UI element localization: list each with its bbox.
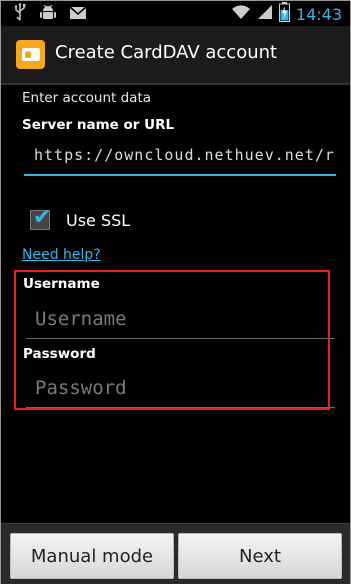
page-title: Create CardDAV account <box>55 42 278 63</box>
password-input[interactable] <box>26 369 335 408</box>
checkmark-icon: ✔ <box>33 205 52 230</box>
need-help-link[interactable]: Need help? <box>22 247 101 263</box>
ssl-label: Use SSL <box>66 210 131 230</box>
manual-mode-button[interactable]: Manual mode <box>10 533 174 579</box>
section-label: Enter account data <box>22 90 152 106</box>
battery-charging-icon <box>278 2 290 26</box>
username-input[interactable] <box>26 300 335 339</box>
server-field-label: Server name or URL <box>22 117 175 133</box>
contact-card-icon[interactable] <box>16 40 45 69</box>
signal-icon <box>257 4 273 24</box>
username-label: Username <box>23 276 100 292</box>
password-label: Password <box>23 346 96 362</box>
person-shape <box>25 51 31 58</box>
ssl-checkbox[interactable]: ✔ <box>30 205 51 230</box>
action-bar: Create CardDAV account <box>1 26 350 85</box>
usb-icon <box>13 3 27 25</box>
email-icon <box>69 5 87 24</box>
status-bar: 14:43 <box>1 1 350 26</box>
wifi-icon <box>231 4 251 24</box>
status-left-icons <box>13 3 87 25</box>
status-right-icons: 14:43 <box>231 2 342 26</box>
android-debug-icon <box>39 3 57 25</box>
server-url-input[interactable] <box>24 136 336 176</box>
ssl-row[interactable]: ✔ Use SSL <box>30 205 131 234</box>
next-button[interactable]: Next <box>178 533 342 579</box>
clock-time: 14:43 <box>295 4 342 24</box>
